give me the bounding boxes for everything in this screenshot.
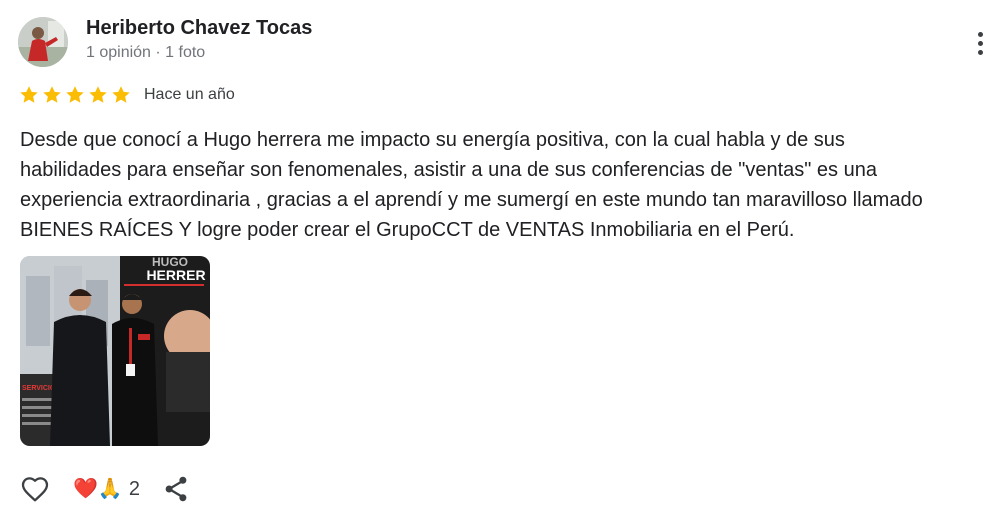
avatar-photo xyxy=(18,17,68,67)
author-avatar[interactable] xyxy=(18,17,68,67)
star-icon xyxy=(20,86,38,103)
star-icon xyxy=(89,86,107,103)
rating-row: Hace un año xyxy=(18,83,235,107)
more-vertical-icon-dot xyxy=(977,40,983,46)
star-icon xyxy=(43,86,61,103)
heart-outline-icon xyxy=(21,477,49,502)
photo-banner-line2: HERRER xyxy=(146,267,205,283)
reactions-summary[interactable]: ❤️🙏 2 xyxy=(73,476,140,502)
author-meta: 1 opinión · 1 foto xyxy=(86,44,206,61)
review-card: Heriberto Chavez Tocas 1 opinión · 1 fot… xyxy=(0,0,1000,523)
reaction-emojis: ❤️🙏 xyxy=(73,478,123,500)
star-icon xyxy=(66,86,84,103)
star-rating xyxy=(18,84,132,106)
reaction-count: 2 xyxy=(128,477,140,500)
more-vertical-icon-dot xyxy=(977,49,983,55)
more-vertical-icon xyxy=(977,31,983,37)
star-icon xyxy=(112,86,130,103)
review-photo-image: SERVICIOS HUGO HERRER xyxy=(20,256,210,446)
like-button[interactable] xyxy=(18,473,52,505)
share-icon xyxy=(165,476,187,502)
author-name[interactable]: Heriberto Chavez Tocas xyxy=(86,17,312,40)
share-button[interactable] xyxy=(161,474,191,504)
review-photo[interactable]: SERVICIOS HUGO HERRER xyxy=(20,256,210,446)
more-options-button[interactable] xyxy=(966,26,994,60)
review-date: Hace un año xyxy=(144,86,235,103)
review-text: Desde que conocí a Hugo herrera me impac… xyxy=(20,129,923,241)
